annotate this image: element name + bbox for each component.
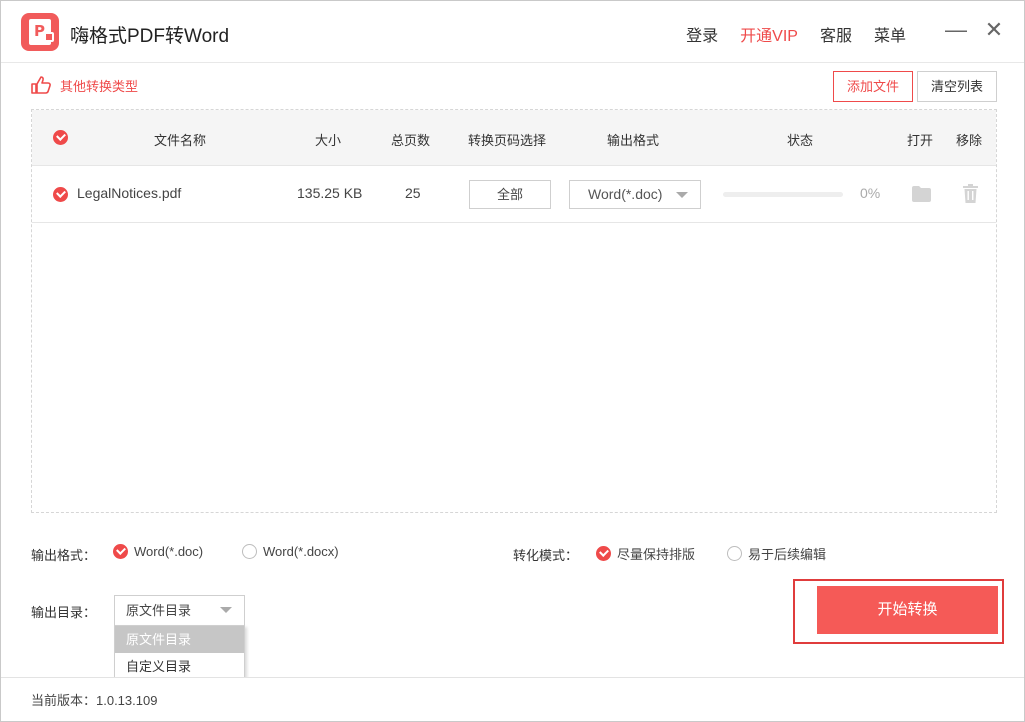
- start-conversion-button[interactable]: 开始转换: [817, 586, 998, 634]
- header-size: 大小: [315, 133, 342, 148]
- output-dir-dropdown: 原文件目录 自定义目录: [114, 625, 245, 681]
- file-pages: 25: [405, 185, 421, 201]
- radio-unchecked-icon: [242, 544, 257, 559]
- table-row: LegalNotices.pdf 135.25 KB 25 全部 Word(*.…: [32, 166, 996, 223]
- version-text: 当前版本：1.0.13.109: [31, 693, 158, 708]
- clear-list-button[interactable]: 清空列表: [917, 71, 997, 102]
- mode-keep-layout-label: 尽量保持排版: [617, 547, 696, 562]
- conversion-progress-bar: [723, 192, 843, 197]
- mode-easy-edit-label: 易于后续编辑: [748, 547, 827, 562]
- top-menu: 登录 开通VIP 客服 菜单: [686, 22, 906, 46]
- progress-percent: 0%: [860, 185, 881, 201]
- file-name: LegalNotices.pdf: [77, 185, 182, 201]
- radio-unchecked-icon: [727, 546, 742, 561]
- mode-easy-edit-radio[interactable]: 易于后续编辑: [727, 544, 826, 563]
- output-dir-value: 原文件目录: [126, 603, 192, 618]
- page-range-button[interactable]: 全部: [469, 180, 551, 209]
- trash-icon[interactable]: [963, 184, 978, 203]
- pdf-logo-icon: P: [21, 13, 59, 51]
- file-size: 135.25 KB: [297, 185, 363, 201]
- thumb-icon: [31, 76, 51, 94]
- menu-link[interactable]: 菜单: [874, 22, 906, 46]
- format-docx-label: Word(*.docx): [263, 544, 339, 559]
- format-doc-label: Word(*.doc): [134, 544, 204, 559]
- header-status: 状态: [787, 133, 814, 148]
- output-dir-label: 输出目录：: [31, 605, 97, 620]
- close-button[interactable]: ✕: [981, 17, 1007, 43]
- dir-option-original[interactable]: 原文件目录: [115, 626, 244, 653]
- login-link[interactable]: 登录: [686, 22, 718, 46]
- conversion-mode-label: 转化模式：: [513, 548, 579, 563]
- other-types-label: 其他转换类型: [60, 78, 139, 94]
- header-page-select: 转换页码选择: [468, 133, 547, 148]
- table-header: 文件名称 大小 总页数 转换页码选择 输出格式 状态 打开 移除: [32, 110, 996, 166]
- format-docx-radio[interactable]: Word(*.docx): [242, 544, 339, 559]
- add-file-button[interactable]: 添加文件: [833, 71, 913, 102]
- output-format-label: 输出格式：: [31, 548, 97, 563]
- app-title: 嗨格式PDF转Word: [70, 26, 230, 47]
- chevron-down-icon: [220, 607, 232, 613]
- header-open: 打开: [907, 133, 934, 148]
- other-conversion-types-link[interactable]: 其他转换类型: [30, 75, 138, 95]
- minimize-button[interactable]: —: [943, 17, 969, 43]
- status-bar: 当前版本：1.0.13.109: [1, 677, 1024, 721]
- chevron-down-icon: [676, 192, 688, 198]
- radio-checked-icon: [596, 546, 611, 561]
- header-pages: 总页数: [391, 133, 431, 148]
- folder-icon[interactable]: [912, 186, 931, 202]
- radio-checked-icon: [113, 544, 128, 559]
- app-window: P 嗨格式PDF转Word 登录 开通VIP 客服 菜单 — ✕ 其他转换类型 …: [0, 0, 1025, 722]
- header-file-name: 文件名称: [154, 133, 207, 148]
- output-format-select[interactable]: Word(*.doc): [569, 180, 701, 209]
- header-remove: 移除: [956, 133, 983, 148]
- service-link[interactable]: 客服: [820, 22, 852, 46]
- mode-keep-layout-radio[interactable]: 尽量保持排版: [596, 544, 695, 563]
- header-output-format: 输出格式: [607, 133, 660, 148]
- row-checkbox[interactable]: [53, 187, 68, 202]
- vip-link[interactable]: 开通VIP: [740, 22, 798, 46]
- select-all-checkbox[interactable]: [53, 130, 68, 145]
- dir-option-custom[interactable]: 自定义目录: [115, 653, 244, 680]
- output-format-value: Word(*.doc): [588, 186, 663, 202]
- title-bar: P 嗨格式PDF转Word 登录 开通VIP 客服 菜单 — ✕: [1, 1, 1024, 63]
- format-doc-radio[interactable]: Word(*.doc): [113, 544, 203, 559]
- file-table: 文件名称 大小 总页数 转换页码选择 输出格式 状态 打开 移除 LegalNo…: [31, 109, 997, 513]
- output-dir-select[interactable]: 原文件目录: [114, 595, 245, 626]
